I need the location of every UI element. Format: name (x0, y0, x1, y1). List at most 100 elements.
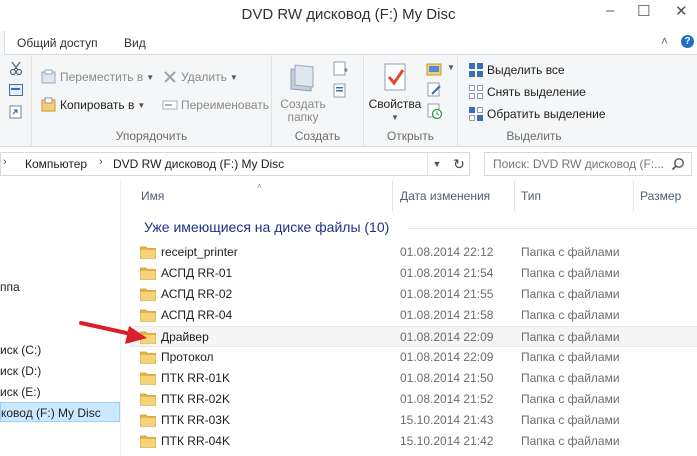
chevron-down-icon: ▼ (447, 63, 455, 72)
select-none-button[interactable]: Снять выделение (468, 84, 586, 100)
organize-group-label: Упорядочить (115, 129, 188, 143)
group-header[interactable]: Уже имеющиеся на диске файлы (10) (144, 219, 389, 235)
column-header-size[interactable]: Размер (634, 181, 697, 211)
chevron-down-icon: ▼ (146, 72, 155, 82)
file-name: Драйвер (161, 330, 209, 344)
new-folder-button[interactable]: Создать папку (278, 61, 328, 124)
select-all-button[interactable]: Выделить все (468, 62, 565, 78)
maximize-button[interactable]: ☐ (637, 2, 650, 20)
nav-item-drive-d[interactable]: иск (D:) (0, 364, 41, 378)
properties-button[interactable]: Свойства ▼ (368, 61, 422, 124)
tab-share[interactable]: Общий доступ (17, 36, 98, 50)
chevron-right-icon[interactable]: › (3, 156, 7, 168)
paste-shortcut-icon[interactable] (9, 105, 23, 119)
folder-icon (140, 372, 156, 385)
tab-file-edge[interactable] (0, 31, 5, 56)
address-bar[interactable]: › Компьютер › DVD RW дисковод (F:) My Di… (0, 152, 470, 176)
column-header-date[interactable]: Дата изменения (393, 181, 514, 211)
folder-icon (140, 267, 156, 280)
column-date-label: Дата изменения (400, 189, 491, 203)
select-none-icon (469, 85, 483, 99)
new-item-icon[interactable] (332, 61, 350, 77)
file-type: Папка с файлами (521, 392, 620, 406)
nav-item-drive-e[interactable]: иск (E:) (0, 385, 41, 399)
folder-icon (140, 246, 156, 259)
file-date: 15.10.2014 21:43 (400, 413, 494, 427)
table-row[interactable]: Протокол 01.08.2014 22:09 Папка с файлами (129, 347, 697, 368)
invert-selection-button[interactable]: Обратить выделение (468, 106, 606, 122)
ribbon-group-clipboard (0, 55, 32, 147)
move-to-label: Переместить в (60, 70, 144, 84)
ribbon-tab-bar: Общий доступ Вид ˄ ? (0, 31, 697, 56)
ribbon: Переместить в ▼ Копировать в ▼ Удалить ▼… (0, 55, 697, 147)
folder-icon (140, 414, 156, 427)
chevron-down-icon: ▼ (229, 72, 238, 82)
file-type: Папка с файлами (521, 308, 620, 322)
invert-selection-icon (469, 107, 483, 121)
file-date: 01.08.2014 21:50 (400, 371, 494, 385)
address-row: › Компьютер › DVD RW дисковод (F:) My Di… (0, 147, 697, 181)
navigation-pane: ппа иск (C:) иск (D:) иск (E:) ковод (F:… (0, 181, 121, 456)
file-name: АСПД RR-04 (161, 308, 233, 322)
nav-item-drive-f-selected[interactable]: ковод (F:) My Disc (0, 402, 120, 422)
file-type: Папка с файлами (521, 350, 620, 364)
copy-to-button[interactable]: Копировать в ▼ (41, 97, 145, 113)
column-header-name[interactable]: Имя (121, 181, 392, 211)
table-row[interactable]: ПТК RR-02K 01.08.2014 21:52 Папка с файлам… (129, 389, 697, 410)
refresh-icon[interactable]: ↻ (448, 153, 470, 175)
help-icon[interactable]: ? (681, 35, 694, 48)
move-to-button[interactable]: Переместить в ▼ (41, 69, 154, 85)
window-title: DVD RW дисковод (F:) My Disc (241, 6, 456, 23)
table-row[interactable]: Драйвер 01.08.2014 22:09 Папка с файлами (129, 326, 697, 347)
rename-button[interactable]: Переименовать (162, 97, 269, 113)
chevron-right-icon[interactable]: › (99, 156, 103, 168)
file-name: ПТК RR-04K (161, 434, 230, 448)
minimize-button[interactable]: – (606, 2, 614, 19)
column-header-type[interactable]: Тип (515, 181, 633, 211)
breadcrumb-computer[interactable]: Компьютер (25, 157, 87, 171)
delete-label: Удалить (181, 70, 227, 84)
table-row[interactable]: ПТК RR-04K 15.10.2014 21:42 Папка с файлам… (129, 431, 697, 452)
table-row[interactable]: receipt_printer 01.08.2014 22:12 Папка с ф… (129, 242, 697, 263)
column-name-label: Имя (141, 189, 165, 203)
column-size-label: Размер (640, 189, 682, 203)
folder-icon (140, 435, 156, 448)
open-icon[interactable] (426, 61, 444, 77)
file-date: 01.08.2014 22:09 (400, 330, 494, 344)
address-history-dropdown[interactable]: ▼ (427, 153, 446, 175)
create-group-label: Создать (294, 129, 341, 143)
search-icon[interactable] (671, 157, 685, 171)
chevron-down-icon: ▼ (391, 113, 399, 122)
table-row[interactable]: ПТК RR-03K 15.10.2014 21:43 Папка с файлам… (129, 410, 697, 431)
table-row[interactable]: ПТК RR-01K 01.08.2014 21:50 Папка с файлам… (129, 368, 697, 389)
nav-item-drive-c[interactable]: иск (C:) (0, 343, 41, 357)
file-date: 01.08.2014 22:09 (400, 350, 494, 364)
copy-path-icon[interactable] (9, 84, 23, 96)
table-row[interactable]: АСПД RR-01 01.08.2014 21:54 Папка с файлам… (129, 263, 697, 284)
breadcrumb-dvd-drive[interactable]: DVD RW дисковод (F:) My Disc (113, 157, 284, 171)
table-row[interactable]: АСПД RR-02 01.08.2014 21:55 Папка с файлам… (129, 284, 697, 305)
new-folder-label-2: папку (287, 110, 319, 124)
ribbon-group-open: Свойства ▼ ▼ Открыть (364, 55, 458, 147)
nav-item-group[interactable]: ппа (0, 280, 20, 294)
table-row[interactable]: АСПД RR-04 01.08.2014 21:58 Папка с файлам… (129, 305, 697, 326)
search-box[interactable] (484, 152, 692, 176)
file-date: 01.08.2014 21:54 (400, 266, 494, 280)
chevron-down-icon: ▼ (137, 100, 146, 110)
cut-icon[interactable] (9, 61, 23, 75)
close-button[interactable]: ✕ (675, 2, 688, 20)
collapse-ribbon-icon[interactable]: ˄ (661, 34, 668, 48)
tab-view[interactable]: Вид (124, 36, 146, 50)
ribbon-group-organize: Переместить в ▼ Копировать в ▼ Удалить ▼… (32, 55, 272, 147)
search-input[interactable] (493, 157, 663, 171)
file-type: Папка с файлами (521, 371, 620, 385)
file-type: Папка с файлами (521, 434, 620, 448)
delete-button[interactable]: Удалить ▼ (162, 69, 238, 85)
file-name: ПТК RR-02K (161, 392, 230, 406)
history-icon[interactable] (426, 103, 444, 119)
select-none-label: Снять выделение (487, 85, 586, 99)
edit-icon[interactable] (426, 82, 444, 98)
easy-access-icon[interactable] (332, 83, 350, 99)
file-name: АСПД RR-02 (161, 287, 233, 301)
file-date: 01.08.2014 21:52 (400, 392, 494, 406)
